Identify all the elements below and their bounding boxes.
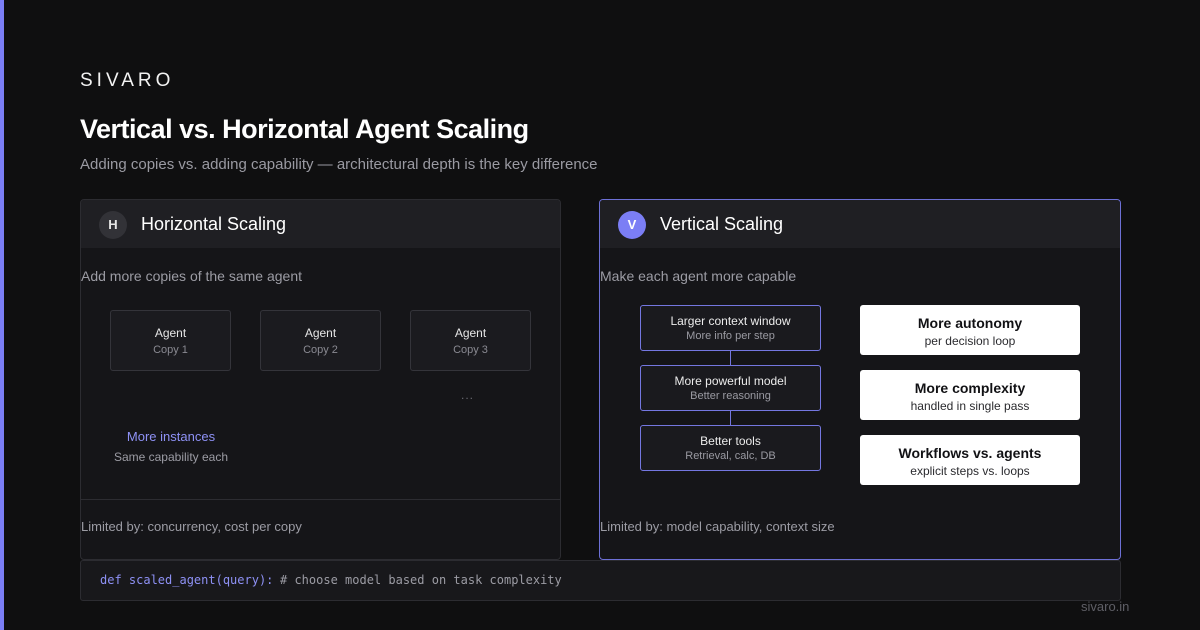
stack-connector <box>730 351 731 366</box>
stack-connector <box>730 411 731 426</box>
code-comment: # choose model based on task complexity <box>280 573 562 587</box>
capability-sub: Retrieval, calc, DB <box>685 450 776 462</box>
capability-label: Larger context window <box>670 314 791 328</box>
horizontal-panel-header: H Horizontal Scaling <box>81 200 560 248</box>
agent-copy-label: Agent <box>454 326 487 340</box>
accent-bar <box>0 0 4 630</box>
horizontal-scaling-panel: H Horizontal Scaling Add more copies of … <box>80 199 561 560</box>
vertical-panel-header: V Vertical Scaling <box>600 200 1120 248</box>
vertical-panel-title: Vertical Scaling <box>660 214 784 234</box>
ellipsis: ... <box>461 388 475 402</box>
page-title: Vertical vs. Horizontal Agent Scaling <box>80 114 529 144</box>
agent-copy-sub: Copy 2 <box>303 344 338 356</box>
vertical-description: Make each agent more capable <box>600 268 797 284</box>
capability-label: Better tools <box>700 434 761 448</box>
agent-copy-sub: Copy 3 <box>453 344 488 356</box>
divider <box>81 499 560 500</box>
vertical-badge: V <box>618 211 646 239</box>
benefit-sub: explicit steps vs. loops <box>910 464 1030 478</box>
agent-copy-label: Agent <box>154 326 187 340</box>
benefit-label: More complexity <box>914 380 1026 396</box>
horizontal-panel-title: Horizontal Scaling <box>141 214 287 234</box>
benefit-label: More autonomy <box>917 315 1023 331</box>
horizontal-limit: Limited by: concurrency, cost per copy <box>81 519 302 534</box>
code-snippet: def scaled_agent(query): # choose model … <box>80 560 1121 601</box>
code-definition: def scaled_agent(query): <box>100 573 274 587</box>
benefit-card: More autonomy per decision loop <box>860 305 1080 355</box>
capability-sub: Better reasoning <box>690 390 771 402</box>
agent-copy-label: Agent <box>304 326 337 340</box>
vertical-scaling-panel: V Vertical Scaling Make each agent more … <box>599 199 1121 560</box>
footer-url: sivaro.in <box>1081 599 1130 614</box>
capability-box: Better tools Retrieval, calc, DB <box>640 425 821 471</box>
benefit-label: Workflows vs. agents <box>898 445 1042 461</box>
capability-box: Larger context window More info per step <box>640 305 821 351</box>
agent-copy-sub: Copy 1 <box>153 344 188 356</box>
benefit-sub: per decision loop <box>924 334 1016 348</box>
agent-copy-box: Agent Copy 1 <box>110 310 231 371</box>
capability-sub: More info per step <box>686 330 775 342</box>
agent-copy-box: Agent Copy 2 <box>260 310 381 371</box>
more-instances-label: More instances <box>126 429 216 444</box>
benefit-sub: handled in single pass <box>910 399 1030 413</box>
capability-box: More powerful model Better reasoning <box>640 365 821 411</box>
agent-copy-box: Agent Copy 3 <box>410 310 531 371</box>
horizontal-badge: H <box>99 211 127 239</box>
page-subtitle: Adding copies vs. adding capability — ar… <box>80 156 598 173</box>
horizontal-description: Add more copies of the same agent <box>81 268 303 284</box>
capability-label: More powerful model <box>674 374 787 388</box>
benefit-card: Workflows vs. agents explicit steps vs. … <box>860 435 1080 485</box>
same-capability-label: Same capability each <box>113 450 229 464</box>
brand-logo: SIVARO <box>80 70 175 91</box>
benefit-card: More complexity handled in single pass <box>860 370 1080 420</box>
vertical-limit: Limited by: model capability, context si… <box>600 519 835 534</box>
